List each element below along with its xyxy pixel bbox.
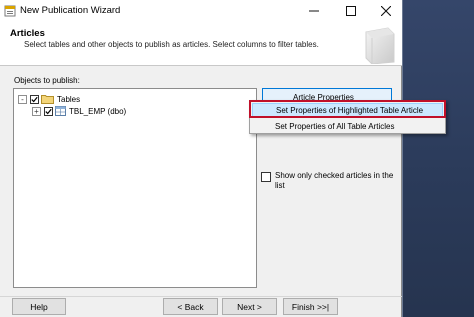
- help-button[interactable]: Help: [12, 298, 66, 315]
- wizard-header: Articles Select tables and other objects…: [0, 22, 402, 66]
- tree-label-tables: Tables: [57, 94, 81, 104]
- wizard-window: New Publication Wizard Articles Select t…: [0, 0, 402, 317]
- close-button[interactable]: [378, 3, 394, 19]
- database-graphic-icon: [365, 27, 395, 64]
- checkmark-icon: [45, 108, 52, 114]
- footer-divider: [0, 296, 402, 297]
- finish-button[interactable]: Finish >>|: [283, 298, 338, 315]
- page-title: Articles: [10, 28, 45, 39]
- show-only-checked-label: Show only checked articles in the list: [275, 171, 394, 190]
- title-bar[interactable]: New Publication Wizard: [0, 0, 402, 22]
- folder-icon: [41, 95, 54, 104]
- maximize-button[interactable]: [343, 3, 359, 19]
- checkmark-icon: [31, 96, 38, 102]
- tree-label-tbl-emp: TBL_EMP (dbo): [69, 106, 127, 116]
- table-icon: [55, 106, 66, 116]
- desktop-background: [400, 0, 474, 317]
- app-icon: [4, 5, 16, 17]
- tree-row-tbl-emp[interactable]: + TBL_EMP (dbo): [32, 105, 126, 117]
- close-icon: [381, 6, 391, 16]
- minimize-button[interactable]: [306, 3, 322, 19]
- show-only-checked-checkbox[interactable]: [261, 172, 271, 182]
- context-menu: Set Properties of Highlighted Table Arti…: [249, 100, 446, 134]
- back-button[interactable]: < Back: [163, 298, 218, 315]
- menu-item-all-articles[interactable]: Set Properties of All Table Articles: [252, 119, 443, 133]
- tables-checkbox[interactable]: [30, 94, 39, 104]
- tree-row-tables[interactable]: - Tables: [18, 93, 80, 105]
- next-button[interactable]: Next >: [222, 298, 277, 315]
- expand-icon[interactable]: +: [32, 106, 41, 116]
- window-title: New Publication Wizard: [20, 5, 121, 16]
- minimize-icon: [309, 10, 319, 12]
- show-only-checked-option[interactable]: Show only checked articles in the list: [261, 171, 397, 191]
- objects-tree[interactable]: - Tables + TBL_EMP (dbo): [13, 88, 257, 288]
- menu-item-highlighted-article[interactable]: Set Properties of Highlighted Table Arti…: [252, 103, 443, 117]
- tbl-emp-checkbox[interactable]: [44, 106, 53, 116]
- objects-to-publish-label: Objects to publish:: [14, 76, 80, 85]
- maximize-icon: [346, 6, 356, 16]
- page-subtitle: Select tables and other objects to publi…: [24, 40, 319, 49]
- collapse-icon[interactable]: -: [18, 94, 27, 104]
